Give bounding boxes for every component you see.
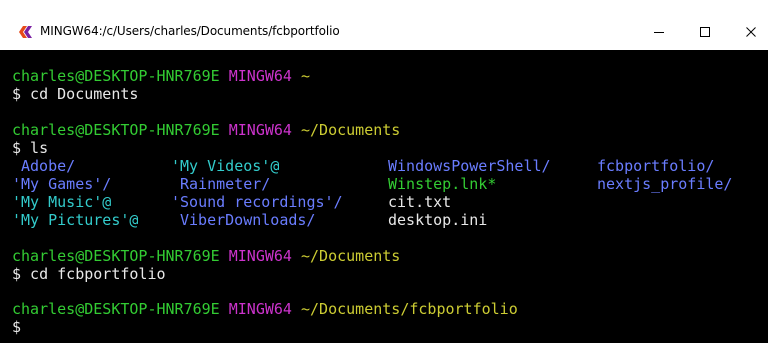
ls-entry: cit.txt (388, 193, 452, 211)
prompt-line: charles@DESKTOP-HNR769E MINGW64 ~ (12, 67, 310, 85)
ls-entry: Winstep.lnk* (388, 175, 497, 193)
git-bash-icon (18, 25, 34, 39)
prompt-path: ~/Documents (301, 247, 401, 265)
close-button[interactable] (728, 14, 768, 50)
window-title: MINGW64:/c/Users/charles/Documents/fcbpo… (40, 24, 340, 38)
ls-entry: WindowsPowerShell/ (388, 157, 551, 175)
ls-entry: ViberDownloads/ (180, 211, 316, 229)
ls-entry: Adobe/ (21, 157, 76, 175)
ls-entry: desktop.ini (388, 211, 488, 229)
prompt-line: charles@DESKTOP-HNR769E MINGW64 ~/Docume… (12, 121, 400, 139)
ls-entry: 'Sound recordings'/ (171, 193, 343, 211)
prompt-system: MINGW64 (228, 247, 292, 265)
ls-entry: fcbportfolio/ (597, 157, 715, 175)
ls-entry: 'My Games'/ (12, 175, 112, 193)
title-bar[interactable]: MINGW64:/c/Users/charles/Documents/fcbpo… (0, 14, 768, 50)
ls-entry: 'My Pictures'@ (12, 211, 139, 229)
maximize-button[interactable] (682, 14, 728, 50)
prompt-line: charles@DESKTOP-HNR769E MINGW64 ~/Docume… (12, 300, 518, 318)
terminal-window: MINGW64:/c/Users/charles/Documents/fcbpo… (0, 0, 768, 351)
ls-entry: nextjs_profile/ (597, 175, 733, 193)
prompt-path: ~ (301, 67, 311, 85)
prompt-system: MINGW64 (228, 67, 292, 85)
command-line: $ cd fcbportfolio (12, 265, 166, 283)
ls-entry: 'My Videos'@ (171, 157, 280, 175)
prompt-line: charles@DESKTOP-HNR769E MINGW64 ~/Docume… (12, 247, 400, 265)
close-icon (746, 27, 756, 37)
prompt-user: charles@DESKTOP-HNR769E (12, 121, 220, 139)
ls-entry: 'My Music'@ (12, 193, 112, 211)
command-input-line[interactable]: $ (12, 318, 21, 336)
minimize-button[interactable] (636, 14, 682, 50)
ls-entry: Rainmeter/ (180, 175, 271, 193)
minimize-icon (654, 32, 664, 33)
command-line: $ cd Documents (12, 85, 139, 103)
prompt-user: charles@DESKTOP-HNR769E (12, 300, 220, 318)
prompt-path: ~/Documents/fcbportfolio (301, 300, 518, 318)
prompt-user: charles@DESKTOP-HNR769E (12, 247, 220, 265)
prompt-path: ~/Documents (301, 121, 401, 139)
command-line: $ ls (12, 139, 49, 157)
prompt-user: charles@DESKTOP-HNR769E (12, 67, 220, 85)
prompt-system: MINGW64 (228, 300, 292, 318)
prompt-system: MINGW64 (228, 121, 292, 139)
maximize-icon (700, 27, 710, 37)
terminal-output[interactable]: charles@DESKTOP-HNR769E MINGW64 ~ $ cd D… (0, 50, 768, 343)
